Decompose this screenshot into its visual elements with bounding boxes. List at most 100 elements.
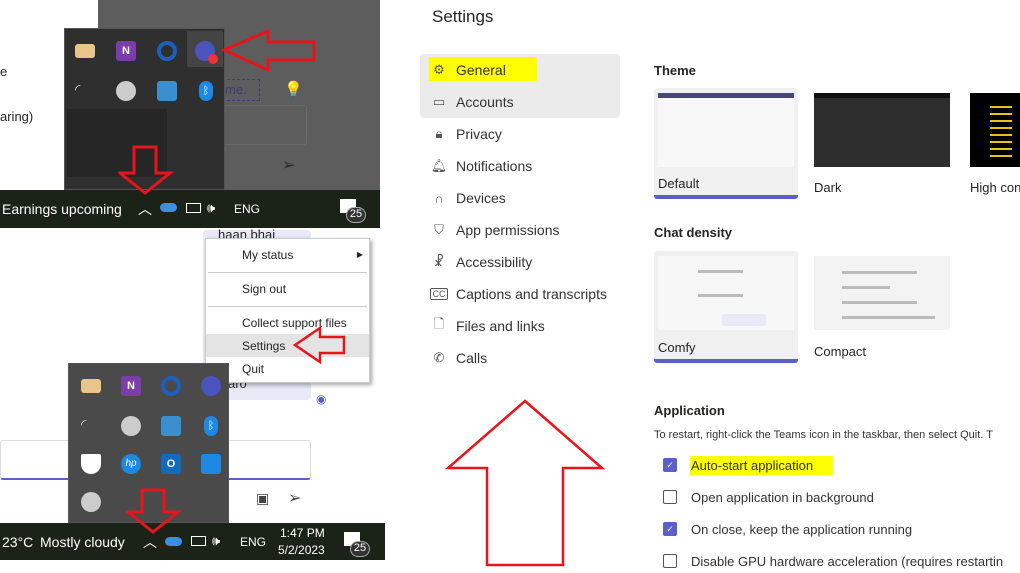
background-text: aring) (0, 109, 34, 124)
nav-devices[interactable]: ∩ Devices (420, 182, 620, 214)
wifi-icon[interactable]: ◜ (75, 81, 95, 101)
hp-icon[interactable]: hp (121, 454, 141, 474)
application-description: To restart, right-click the Teams icon i… (654, 429, 993, 441)
wifi-icon[interactable]: ◜ (81, 416, 101, 436)
moon-icon[interactable] (116, 81, 136, 101)
red-arrow-down (126, 488, 182, 534)
menu-item-quit[interactable]: Quit (242, 359, 264, 379)
cortana-icon[interactable] (157, 41, 177, 61)
volume-icon[interactable]: 🕪 (207, 200, 215, 216)
page-title: Settings (432, 7, 494, 26)
menu-item-sign-out[interactable]: Sign out (242, 279, 286, 299)
nav-accounts[interactable]: ▭ Accounts (420, 86, 620, 118)
checkbox-keep-running[interactable]: ✓ (663, 522, 677, 536)
volume-icon[interactable]: 🕪 (212, 533, 220, 549)
nav-privacy[interactable]: 🔒︎ Privacy (420, 118, 620, 150)
nav-label: Captions and transcripts (456, 286, 607, 302)
top-screenshot: e aring) me. 💡 ➢ N ◜ ᛒ Earnings upcoming… (0, 0, 380, 228)
chat-density-heading: Chat density (654, 225, 733, 240)
cloud-sync-icon[interactable] (201, 454, 221, 474)
accessibility-icon: ☧ (433, 254, 445, 269)
nav-label: Accessibility (456, 254, 533, 270)
mail-icon[interactable] (75, 44, 95, 58)
bottom-screenshot: haan bhai aro ◉ ▣ ➢ My status ▶ Sign out… (0, 227, 385, 573)
chevron-up-icon[interactable]: ︿ (143, 532, 157, 552)
chevron-up-icon[interactable]: ︿ (138, 199, 152, 219)
clock-date[interactable]: 5/2/2023 (278, 543, 325, 557)
option-open-background: Open application in background (691, 490, 874, 505)
seen-icon: ◉ (316, 392, 327, 406)
nav-general[interactable]: ⚙ General (420, 54, 620, 86)
phone-icon: ✆ (433, 350, 445, 365)
nav-accessibility[interactable]: ☧ Accessibility (420, 246, 620, 278)
cc-icon: CC (430, 288, 448, 300)
theme-label: Dark (814, 180, 842, 195)
red-arrow-left (292, 325, 346, 365)
taskbar: 23°C Mostly cloudy ︿ 🕪 ENG 1:47 PM 5/2/2… (0, 523, 385, 560)
nav-label: Calls (456, 350, 488, 366)
lock-icon: 🔒︎ (435, 126, 443, 141)
taskbar: Earnings upcoming ︿ 🕪 ENG 25 (0, 190, 380, 228)
nav-captions[interactable]: CC Captions and transcripts (420, 278, 620, 310)
vpn-icon[interactable] (81, 492, 101, 512)
checkbox-auto-start[interactable]: ✓ (663, 458, 677, 472)
file-icon: 🗋 (433, 316, 445, 331)
nav-label: Accounts (456, 94, 514, 110)
checkbox-disable-gpu[interactable] (663, 554, 677, 568)
theme-preview (970, 93, 1020, 167)
meet-now-icon[interactable]: ▣ (256, 490, 269, 507)
clock-time[interactable]: 1:47 PM (280, 526, 325, 540)
nav-app-permissions[interactable]: ⛉ App permissions (420, 214, 620, 246)
security-warning-icon[interactable] (81, 454, 101, 474)
weather-temp[interactable]: 23°C (2, 534, 33, 550)
shield-icon: ⛉ (434, 222, 444, 237)
network-app-icon[interactable] (157, 81, 177, 101)
teams-icon[interactable] (201, 376, 221, 396)
density-compact[interactable]: Compact (814, 251, 951, 363)
bluetooth-icon[interactable]: ᛒ (204, 416, 218, 436)
mail-icon[interactable] (81, 379, 101, 393)
network-app-icon[interactable] (161, 416, 181, 436)
outlook-icon[interactable]: O (161, 454, 181, 474)
onenote-icon[interactable]: N (121, 376, 141, 396)
option-keep-running: On close, keep the application running (691, 522, 913, 537)
onenote-icon[interactable]: N (116, 41, 136, 61)
onedrive-icon[interactable] (160, 203, 177, 212)
lightbulb-icon: 💡 (284, 81, 303, 98)
moon-icon[interactable] (121, 416, 141, 436)
battery-icon[interactable] (191, 536, 206, 546)
language-indicator[interactable]: ENG (234, 202, 260, 216)
cortana-icon[interactable] (161, 376, 181, 396)
language-indicator[interactable]: ENG (240, 535, 266, 549)
bluetooth-icon[interactable]: ᛒ (199, 81, 213, 101)
gear-icon: ⚙ (433, 62, 445, 77)
teams-icon[interactable] (195, 41, 218, 64)
nav-label: Privacy (456, 126, 502, 142)
id-card-icon: ▭ (432, 94, 446, 109)
theme-default[interactable]: Default (654, 88, 798, 199)
send-icon[interactable]: ➢ (288, 488, 301, 508)
background-input: me. (222, 79, 260, 101)
battery-icon[interactable] (186, 203, 201, 213)
red-arrow-down (118, 145, 174, 195)
theme-preview (814, 93, 950, 167)
theme-dark[interactable]: Dark (814, 88, 951, 199)
onedrive-icon[interactable] (165, 537, 182, 546)
nav-files-links[interactable]: 🗋 Files and links (420, 310, 620, 342)
nav-notifications[interactable]: 🔔︎ Notifications (420, 150, 620, 182)
menu-item-my-status[interactable]: My status (242, 245, 293, 265)
weather-condition[interactable]: Mostly cloudy (40, 534, 125, 550)
news-widget[interactable]: Earnings upcoming (2, 201, 122, 217)
menu-item-settings[interactable]: Settings (242, 336, 285, 356)
density-label: Compact (814, 344, 867, 359)
send-icon: ➢ (282, 157, 296, 174)
nav-calls[interactable]: ✆ Calls (420, 342, 620, 374)
checkbox-open-background[interactable] (663, 490, 677, 504)
background-text: e (0, 64, 8, 79)
density-preview (658, 256, 794, 330)
red-arrow-left (220, 28, 316, 72)
theme-high-contrast[interactable]: High con (970, 88, 1020, 199)
density-comfy[interactable]: Comfy (654, 251, 798, 363)
nav-label: Devices (456, 190, 506, 206)
option-auto-start: Auto-start application (691, 458, 814, 473)
